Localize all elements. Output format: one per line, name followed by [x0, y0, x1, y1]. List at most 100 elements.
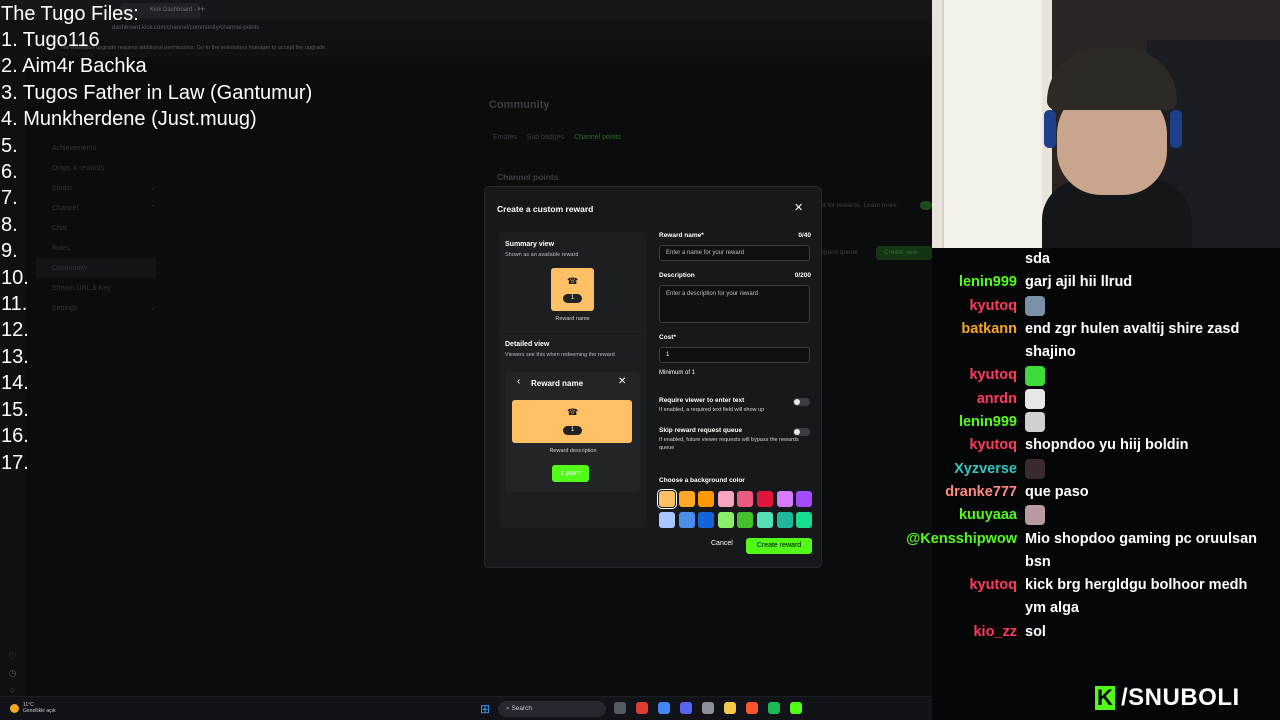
close-icon[interactable]: ✕ [618, 376, 626, 387]
emote-icon [1025, 295, 1045, 316]
color-swatch[interactable] [657, 489, 677, 509]
overlay-title: The Tugo Files: [1, 3, 139, 25]
chat-username[interactable]: @Kensshipwow [906, 528, 1017, 551]
chat-text [1025, 364, 1270, 387]
chat-username[interactable]: anrdn [977, 388, 1017, 411]
color-swatch[interactable] [776, 491, 793, 507]
color-swatch[interactable] [678, 491, 695, 507]
color-swatch[interactable] [756, 512, 773, 528]
settings-icon[interactable] [702, 702, 714, 714]
chat-message: kyutoq [900, 364, 1280, 387]
folder-icon[interactable] [724, 702, 736, 714]
list-item: 8. [1, 213, 18, 236]
color-swatch[interactable] [717, 491, 734, 507]
list-item: 4. Munkherdene (Just.muug) [1, 108, 257, 131]
list-item: 10. [1, 266, 29, 289]
cost-label: Cost* [659, 334, 676, 341]
emote-icon [1025, 505, 1045, 526]
channel-points-toggle[interactable] [920, 201, 932, 210]
detail-card: ‹ Reward name ✕ ☎ 1 Reward description 1… [506, 372, 640, 492]
chat-username[interactable]: dranke777 [945, 481, 1017, 504]
windows-start-icon[interactable]: ⊞ [480, 703, 490, 715]
detail-reward-name: Reward name [531, 379, 584, 388]
community-tabs: Emotes Sub badges Channel points [493, 134, 621, 141]
emote-icon [1025, 365, 1045, 386]
chat-username[interactable]: kyutoq [969, 364, 1017, 387]
discord-icon[interactable] [680, 702, 692, 714]
detailed-title: Detailed view [505, 341, 550, 348]
chat-text: Mio shopdoo gaming pc oruulsan bsn [1025, 530, 1257, 570]
search-label: Search [511, 705, 533, 712]
file-explorer-icon[interactable] [614, 702, 626, 714]
sun-icon [10, 703, 19, 713]
color-swatch[interactable] [796, 491, 813, 507]
color-swatch[interactable] [756, 491, 773, 507]
spotify-icon[interactable] [768, 702, 780, 714]
color-swatch[interactable] [796, 512, 813, 528]
color-swatch[interactable] [737, 512, 754, 528]
color-swatch[interactable] [737, 491, 754, 507]
webcam-door [942, 0, 1042, 248]
chat-username[interactable]: kyutoq [969, 574, 1017, 597]
skip-queue-label: Skip reward request queue [659, 427, 743, 434]
chat-message: sda [900, 248, 1280, 271]
chat-username[interactable]: lenin999 [959, 411, 1017, 434]
clock-icon[interactable]: ◷ [7, 668, 18, 679]
close-icon[interactable]: ✕ [794, 201, 803, 214]
list-item: 9. [1, 240, 18, 263]
chat-message: kuuyaaa [900, 504, 1280, 527]
chat-username[interactable]: batkann [961, 318, 1017, 341]
reward-name-input[interactable]: Enter a name for your reward [659, 245, 810, 261]
list-item: 1. Tugo116 [1, 29, 100, 51]
color-swatch[interactable] [678, 512, 695, 528]
cost-input[interactable]: 1 [659, 347, 810, 363]
description-input[interactable]: Enter a description for your reward [659, 285, 810, 323]
emote-icon [1025, 412, 1045, 433]
skip-queue-help: If enabled, future viewer requests will … [659, 437, 799, 451]
color-swatch[interactable] [717, 512, 734, 528]
list-item: 15. [1, 398, 29, 421]
chat-message: lenin999 garj ajil hii llrud [900, 271, 1280, 294]
chrome-icon[interactable] [658, 702, 670, 714]
opera-icon[interactable] [636, 702, 648, 714]
heart-icon[interactable]: ♡ [7, 651, 18, 662]
weather-widget[interactable]: 11°C Genellikle açık [10, 702, 56, 714]
chat-username[interactable]: kuuyaaa [959, 504, 1017, 527]
chat-username[interactable]: lenin999 [959, 271, 1017, 294]
redeem-button[interactable]: 1 point [552, 465, 589, 482]
tab-channel-points[interactable]: Channel points [574, 134, 621, 141]
chat-username[interactable]: kyutoq [969, 434, 1017, 457]
color-swatch[interactable] [659, 512, 675, 528]
user-icon[interactable]: ○ [7, 685, 18, 696]
chevron-left-icon[interactable]: ‹ [517, 376, 520, 387]
tab-sub-badges[interactable]: Sub badges [527, 134, 564, 141]
require-text-toggle[interactable] [793, 398, 810, 406]
chat-username[interactable]: kyutoq [969, 295, 1017, 318]
reward-name-counter: 0/40 [798, 232, 811, 239]
kick-icon[interactable] [790, 702, 802, 714]
chat-message: kyutoq shopndoo yu hiij boldin [900, 434, 1280, 457]
chat-text: garj ajil hii llrud [1025, 274, 1133, 291]
taskbar-search[interactable]: ⌕ Search [498, 701, 606, 717]
create-reward-button[interactable]: Create reward [746, 538, 812, 554]
tab-emotes[interactable]: Emotes [493, 134, 517, 141]
cost-badge: 1 [563, 426, 582, 435]
cancel-button[interactable]: Cancel [711, 540, 733, 547]
color-swatch[interactable] [698, 512, 715, 528]
chat-username[interactable]: kio_zz [973, 621, 1017, 644]
chat-overlay: sda lenin999 garj ajil hii llrud kyutoq batk… [900, 248, 1280, 644]
color-swatch[interactable] [698, 491, 715, 507]
chat-text [1025, 458, 1270, 481]
chat-message: dranke777 que paso [900, 481, 1280, 504]
chat-username[interactable]: Xyzverse [954, 458, 1017, 481]
brave-icon[interactable] [746, 702, 758, 714]
color-swatch[interactable] [776, 512, 793, 528]
webcam-feed [932, 0, 1280, 248]
list-item: 6. [1, 161, 18, 184]
webcam-headset [1044, 110, 1056, 148]
skip-queue-toggle[interactable] [793, 428, 810, 436]
emote-icon [1025, 458, 1045, 479]
cost-badge: 1 [563, 294, 582, 303]
streamer-brand: K /SNUBOLI [1095, 682, 1240, 714]
chat-text [1025, 388, 1270, 411]
